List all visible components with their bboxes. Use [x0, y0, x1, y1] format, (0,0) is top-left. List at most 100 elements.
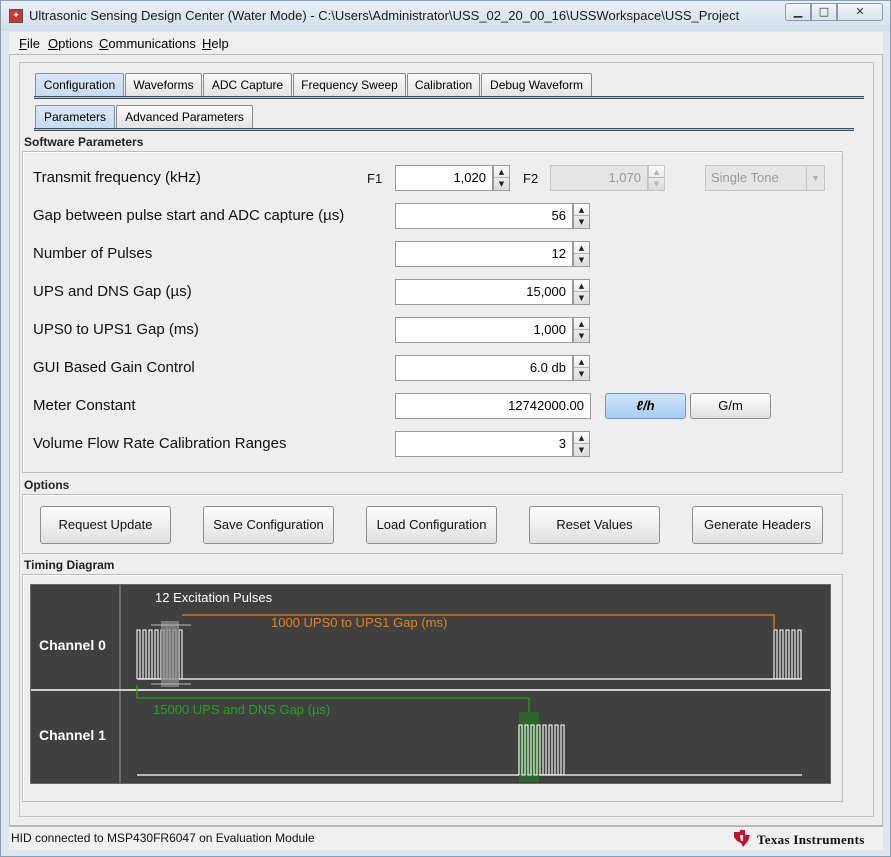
connection-status: HID connected to MSP430FR6047 on Evaluat…: [11, 831, 315, 845]
calibration-ranges-label: Volume Flow Rate Calibration Ranges: [33, 435, 287, 452]
ups0-ups1-gap-spinner[interactable]: ▲ ▼: [573, 317, 590, 343]
meter-constant-input[interactable]: 12742000.00: [395, 393, 591, 419]
spin-down-icon[interactable]: ▼: [574, 330, 589, 342]
subtab-advanced-parameters[interactable]: Advanced Parameters: [116, 105, 253, 129]
gallons-per-minute-button[interactable]: G/m: [690, 393, 771, 419]
chevron-down-icon[interactable]: ▼: [806, 166, 824, 190]
save-configuration-button[interactable]: Save Configuration: [203, 506, 334, 544]
content-area: Configuration Waveforms ADC Capture Freq…: [9, 54, 883, 826]
spin-down-icon[interactable]: ▼: [574, 292, 589, 304]
timing-diagram-title: Timing Diagram: [24, 558, 115, 572]
spin-up-icon[interactable]: ▲: [574, 280, 589, 292]
spin-down-icon[interactable]: ▼: [494, 178, 509, 190]
texas-instruments-logo: Texas Instruments: [731, 829, 881, 849]
subtab-divider: [34, 128, 854, 131]
channel-0-pulses-right: [773, 629, 802, 680]
gain-control-spinner[interactable]: ▲ ▼: [573, 355, 590, 381]
menu-communications-label: ommunications: [108, 36, 196, 51]
menu-file[interactable]: File: [19, 36, 40, 51]
menu-communications[interactable]: Communications: [99, 36, 196, 51]
menu-file-accel: F: [19, 36, 27, 51]
tab-divider: [34, 96, 864, 99]
spin-down-icon[interactable]: ▼: [574, 254, 589, 266]
f1-spinner[interactable]: ▲ ▼: [493, 165, 510, 191]
tab-configuration[interactable]: Configuration: [35, 73, 124, 97]
maximize-button[interactable]: □: [811, 3, 837, 21]
spin-down-icon[interactable]: ▼: [574, 444, 589, 456]
menu-communications-accel: C: [99, 36, 109, 51]
main-window: ✦ Ultrasonic Sensing Design Center (Wate…: [0, 0, 891, 857]
tone-mode-select[interactable]: Single Tone ▼: [705, 165, 825, 191]
adc-gap-label: Gap between pulse start and ADC capture …: [33, 207, 345, 224]
number-of-pulses-spinner[interactable]: ▲ ▼: [573, 241, 590, 267]
spin-up-icon[interactable]: ▲: [574, 432, 589, 444]
calibration-ranges-input[interactable]: 3: [395, 431, 573, 457]
timing-diagram-svg: 12 Excitation Pulses 1000 UPS0 to UPS1 G…: [31, 585, 830, 783]
spin-up-icon[interactable]: ▲: [574, 242, 589, 254]
spin-up-icon[interactable]: ▲: [574, 318, 589, 330]
spin-down-icon[interactable]: ▼: [574, 368, 589, 380]
tab-calibration[interactable]: Calibration: [407, 73, 480, 97]
pulse-gap-highlight: [161, 621, 179, 687]
ups-dns-gap-label: UPS and DNS Gap (µs): [33, 283, 192, 300]
tab-adc-capture[interactable]: ADC Capture: [203, 73, 292, 97]
spin-up-icon[interactable]: ▲: [574, 356, 589, 368]
f1-label: F1: [367, 171, 383, 186]
menu-options-accel: O: [48, 36, 59, 51]
menu-bar: File Options Communications Help: [9, 32, 883, 54]
spin-up-icon[interactable]: ▲: [494, 166, 509, 178]
f2-spinner[interactable]: ▲ ▼: [648, 165, 665, 191]
load-configuration-button[interactable]: Load Configuration: [366, 506, 497, 544]
subtab-parameters[interactable]: Parameters: [35, 105, 115, 129]
software-parameters-title: Software Parameters: [24, 135, 144, 149]
number-of-pulses-label: Number of Pulses: [33, 245, 153, 262]
gain-control-label: GUI Based Gain Control: [33, 359, 195, 376]
tab-debug-waveform[interactable]: Debug Waveform: [481, 73, 592, 97]
spin-down-icon[interactable]: ▼: [574, 216, 589, 228]
number-of-pulses-input[interactable]: 12: [395, 241, 573, 267]
timing-diagram: 12 Excitation Pulses 1000 UPS0 to UPS1 G…: [30, 584, 831, 784]
f2-input[interactable]: 1,070: [550, 165, 648, 191]
ti-logo-icon: [734, 830, 750, 847]
reset-values-button[interactable]: Reset Values: [529, 506, 660, 544]
ups-dns-gap-input[interactable]: 15,000: [395, 279, 573, 305]
spin-down-icon[interactable]: ▼: [649, 178, 664, 190]
spin-up-icon[interactable]: ▲: [649, 166, 664, 178]
menu-help-label: elp: [211, 36, 229, 51]
request-update-button[interactable]: Request Update: [40, 506, 171, 544]
ti-brand-text: Texas Instruments: [757, 832, 865, 847]
title-bar[interactable]: ✦ Ultrasonic Sensing Design Center (Wate…: [1, 1, 890, 31]
ups0-ups1-gap-input[interactable]: 1,000: [395, 317, 573, 343]
generate-headers-button[interactable]: Generate Headers: [692, 506, 823, 544]
adc-gap-input[interactable]: 56: [395, 203, 573, 229]
tab-waveforms[interactable]: Waveforms: [125, 73, 202, 97]
ups0-ups1-gap-annotation: 1000 UPS0 to UPS1 Gap (ms): [271, 615, 447, 630]
spin-up-icon[interactable]: ▲: [574, 204, 589, 216]
menu-options-label: ptions: [58, 36, 93, 51]
menu-options[interactable]: Options: [48, 36, 93, 51]
tone-mode-value: Single Tone: [711, 170, 779, 185]
software-parameters-panel: Transmit frequency (kHz) F1 1,020 ▲ ▼ F2 …: [22, 151, 843, 473]
ups-dns-gap-annotation: 15000 UPS and DNS Gap (µs): [153, 702, 330, 717]
app-icon: ✦: [9, 9, 23, 23]
window-title: Ultrasonic Sensing Design Center (Water …: [29, 8, 740, 23]
options-panel: Request Update Save Configuration Load C…: [22, 494, 843, 554]
ups0-ups1-gap-label: UPS0 to UPS1 Gap (ms): [33, 321, 199, 338]
excitation-pulses-label: 12 Excitation Pulses: [155, 590, 273, 605]
gain-control-input[interactable]: 6.0 db: [395, 355, 573, 381]
ups-dns-gap-spinner[interactable]: ▲ ▼: [573, 279, 590, 305]
menu-help[interactable]: Help: [202, 36, 229, 51]
adc-gap-spinner[interactable]: ▲ ▼: [573, 203, 590, 229]
channel-0-label: Channel 0: [39, 637, 106, 653]
meter-constant-label: Meter Constant: [33, 397, 136, 414]
f1-input[interactable]: 1,020: [395, 165, 493, 191]
calibration-ranges-spinner[interactable]: ▲ ▼: [573, 431, 590, 457]
status-bar: HID connected to MSP430FR6047 on Evaluat…: [9, 826, 883, 850]
liters-per-hour-button[interactable]: ℓ/h: [605, 393, 686, 419]
channel-1-label: Channel 1: [39, 727, 106, 743]
minimize-button[interactable]: ▁: [785, 3, 811, 21]
transmit-frequency-label: Transmit frequency (kHz): [33, 169, 201, 186]
close-button[interactable]: ✕: [837, 3, 883, 21]
tab-frequency-sweep[interactable]: Frequency Sweep: [293, 73, 406, 97]
options-title: Options: [24, 478, 70, 492]
